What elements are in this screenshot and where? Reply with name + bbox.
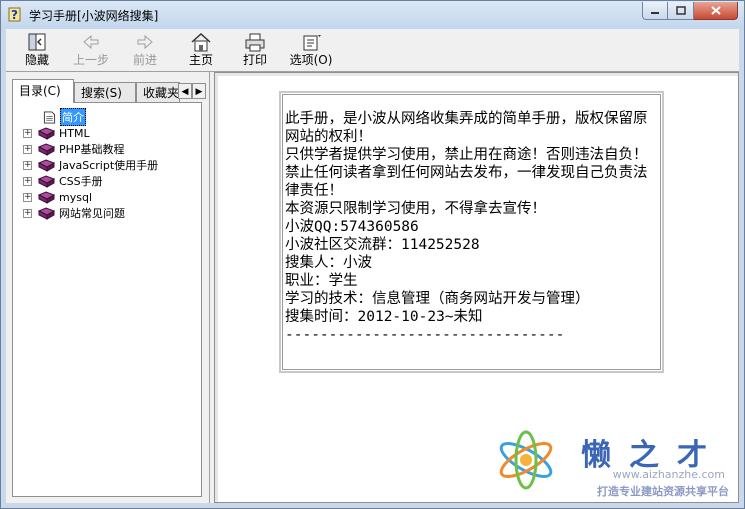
tree-item-javascript[interactable]: + JavaScript使用手册 (23, 157, 158, 173)
hide-button[interactable]: 隐藏 (12, 32, 62, 67)
tree-item-label: CSS手册 (59, 175, 103, 188)
tree-item-html[interactable]: + HTML (23, 125, 90, 141)
expand-icon[interactable]: + (23, 128, 32, 138)
back-label: 上一步 (72, 53, 109, 67)
notice-para-promotion: 本资源只限制学习使用，不得拿去宣传！ (285, 201, 546, 217)
tree-item-mysql[interactable]: + mysql (23, 189, 92, 205)
watermark-slogan: 打造专业建站资源共享平台 (597, 485, 729, 498)
book-icon (38, 126, 55, 140)
expand-icon[interactable]: + (23, 160, 32, 170)
tree-item-label: mysql (59, 190, 92, 204)
options-label: 选项(O) (289, 53, 333, 67)
notice-text: 此手册，是小波从网络收集弄成的简单手册，版权保留原网站的权利！ 只供学者提供学习… (285, 110, 657, 344)
notice-group: 小波社区交流群：114252528 (285, 237, 480, 253)
forward-button[interactable]: 前进 (120, 32, 170, 67)
expand-icon[interactable]: + (23, 192, 32, 202)
print-label: 打印 (242, 53, 267, 67)
tree-item-label: HTML (59, 126, 90, 140)
watermark-logo-icon (499, 430, 553, 490)
tree-item-faq[interactable]: + 网站常见问题 (23, 205, 125, 221)
tab-contents[interactable]: 目录(C) (12, 79, 74, 103)
notice-qq: 小波QQ:574360586 (285, 219, 419, 235)
notice-para-usage: 只供学者提供学习使用，禁止用在商途！否则违法自负！ (285, 147, 648, 163)
minimize-button[interactable] (642, 2, 668, 20)
minimize-icon (651, 11, 659, 14)
tree-item-php[interactable]: + PHP基础教程 (23, 141, 125, 157)
options-button[interactable]: 选项(O) (284, 32, 338, 67)
options-icon (303, 35, 321, 51)
notice-job: 职业：学生 (285, 273, 358, 289)
tree-item-label: 网站常见问题 (59, 207, 125, 220)
contents-tree[interactable]: 简介 + HTML + PHP基础教程 + JavaScript使用手册 + C… (12, 102, 202, 497)
notice-collector: 搜集人：小波 (285, 255, 372, 271)
maximize-icon (675, 6, 686, 15)
tab-favorites[interactable]: 收藏夹 (136, 82, 180, 102)
close-button[interactable] (694, 2, 738, 20)
tab-search[interactable]: 搜索(S) (74, 82, 136, 102)
home-label: 主页 (188, 53, 213, 67)
print-button[interactable]: 打印 (230, 32, 280, 67)
notice-divider: -------------------------------- (285, 327, 565, 343)
maximize-button[interactable] (668, 2, 694, 20)
tree-item-css[interactable]: + CSS手册 (23, 173, 103, 189)
home-button[interactable]: 主页 (176, 32, 226, 67)
hide-label: 隐藏 (24, 53, 49, 67)
forward-label: 前进 (132, 53, 157, 67)
help-app-icon: ? (8, 7, 21, 22)
home-icon (191, 32, 211, 52)
page-icon (43, 110, 56, 124)
nav-tabs: 目录(C) 搜索(S) 收藏夹 ◀ ▶ (12, 79, 207, 103)
watermark-url: www.aizhanzhe.com (612, 468, 725, 481)
tree-item-intro[interactable]: 简介 (43, 108, 86, 126)
book-icon (38, 206, 55, 220)
expand-icon[interactable]: + (23, 176, 32, 186)
tree-item-label: JavaScript使用手册 (59, 159, 159, 172)
tree-item-label: 简介 (60, 108, 86, 126)
forward-arrow-icon (137, 34, 153, 50)
site-watermark: 懒之才 www.aizhanzhe.com 打造专业建站资源共享平台 (493, 424, 733, 499)
window-title: 学习手册[小波网络搜集] (29, 9, 159, 23)
back-arrow-icon (83, 34, 99, 50)
toolbar: 隐藏 上一步 前进 主页 打印 选项(O) (6, 29, 739, 72)
notice-box: 此手册，是小波从网络收集弄成的简单手册，版权保留原网站的权利！ 只供学者提供学习… (279, 91, 664, 373)
tree-item-label: PHP基础教程 (59, 143, 125, 156)
notice-time: 搜集时间：2012-10-23~未知 (285, 309, 483, 325)
expand-icon[interactable]: + (23, 144, 32, 154)
tab-scroll-right[interactable]: ▶ (192, 83, 206, 99)
notice-para-publish: 禁止任何读者拿到任何网站去发布，一律发现自己负责法律责任！ (285, 165, 648, 199)
hide-pane-icon (28, 33, 46, 51)
svg-text:?: ? (11, 8, 18, 22)
notice-skill: 学习的技术：信息管理（商务网站开发与管理） (285, 291, 590, 307)
tab-scroll-left[interactable]: ◀ (178, 83, 192, 99)
client-area: 目录(C) 搜索(S) 收藏夹 ◀ ▶ 简介 + HTML + PHP基础教程 … (6, 72, 739, 503)
help-window: ? 学习手册[小波网络搜集] 隐藏 上一步 前进 主页 打印 选项(O) 目录(… (0, 0, 745, 509)
book-icon (38, 190, 55, 204)
printer-icon (245, 33, 265, 52)
close-icon (710, 6, 721, 15)
back-button[interactable]: 上一步 (66, 32, 116, 67)
book-icon (38, 158, 55, 172)
navigation-pane: 目录(C) 搜索(S) 收藏夹 ◀ ▶ 简介 + HTML + PHP基础教程 … (6, 72, 210, 503)
title-bar[interactable]: ? 学习手册[小波网络搜集] (1, 1, 744, 29)
book-icon (38, 174, 55, 188)
notice-para-copyright: 此手册，是小波从网络收集弄成的简单手册，版权保留原网站的权利！ (285, 111, 648, 145)
book-icon (38, 142, 55, 156)
expand-icon[interactable]: + (23, 208, 32, 218)
